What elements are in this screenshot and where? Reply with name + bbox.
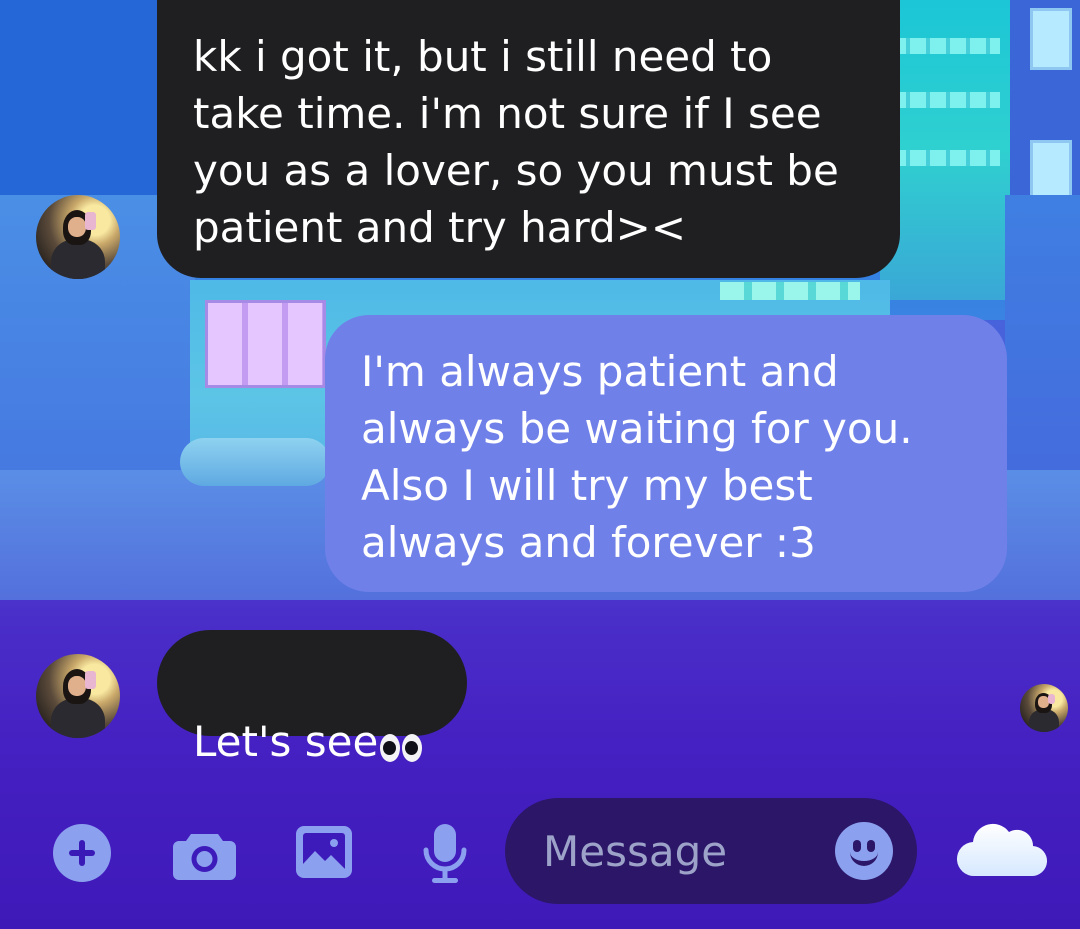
message-text: Let's see <box>193 717 379 766</box>
contact-avatar[interactable] <box>36 654 120 738</box>
add-icon[interactable] <box>53 824 111 882</box>
microphone-icon[interactable] <box>421 822 469 884</box>
background-building <box>0 0 170 200</box>
background-window <box>205 300 326 388</box>
message-input[interactable]: Message <box>505 798 917 904</box>
message-input-placeholder: Message <box>543 827 728 876</box>
background-window-stripe <box>720 282 860 300</box>
cloud-icon[interactable] <box>955 818 1049 880</box>
emoji-icon[interactable] <box>835 822 893 880</box>
background-pipe <box>180 438 330 486</box>
background-window <box>1030 140 1072 202</box>
message-bubble-incoming[interactable]: kk i got it, but i still need to take ti… <box>157 0 900 278</box>
background-window-stripe <box>890 92 1000 108</box>
background-window-stripe <box>890 38 1000 54</box>
background-window-stripe <box>890 150 1000 166</box>
eyes-emoji-icon <box>380 716 424 773</box>
image-icon[interactable] <box>294 824 354 880</box>
contact-avatar[interactable] <box>36 195 120 279</box>
read-receipt-avatar <box>1020 684 1068 732</box>
background-window <box>1030 8 1072 70</box>
message-bubble-incoming[interactable]: Let's see <box>157 630 467 766</box>
camera-icon[interactable] <box>173 830 236 880</box>
message-bubble-outgoing[interactable]: I'm always patient and always be waiting… <box>325 315 1007 592</box>
